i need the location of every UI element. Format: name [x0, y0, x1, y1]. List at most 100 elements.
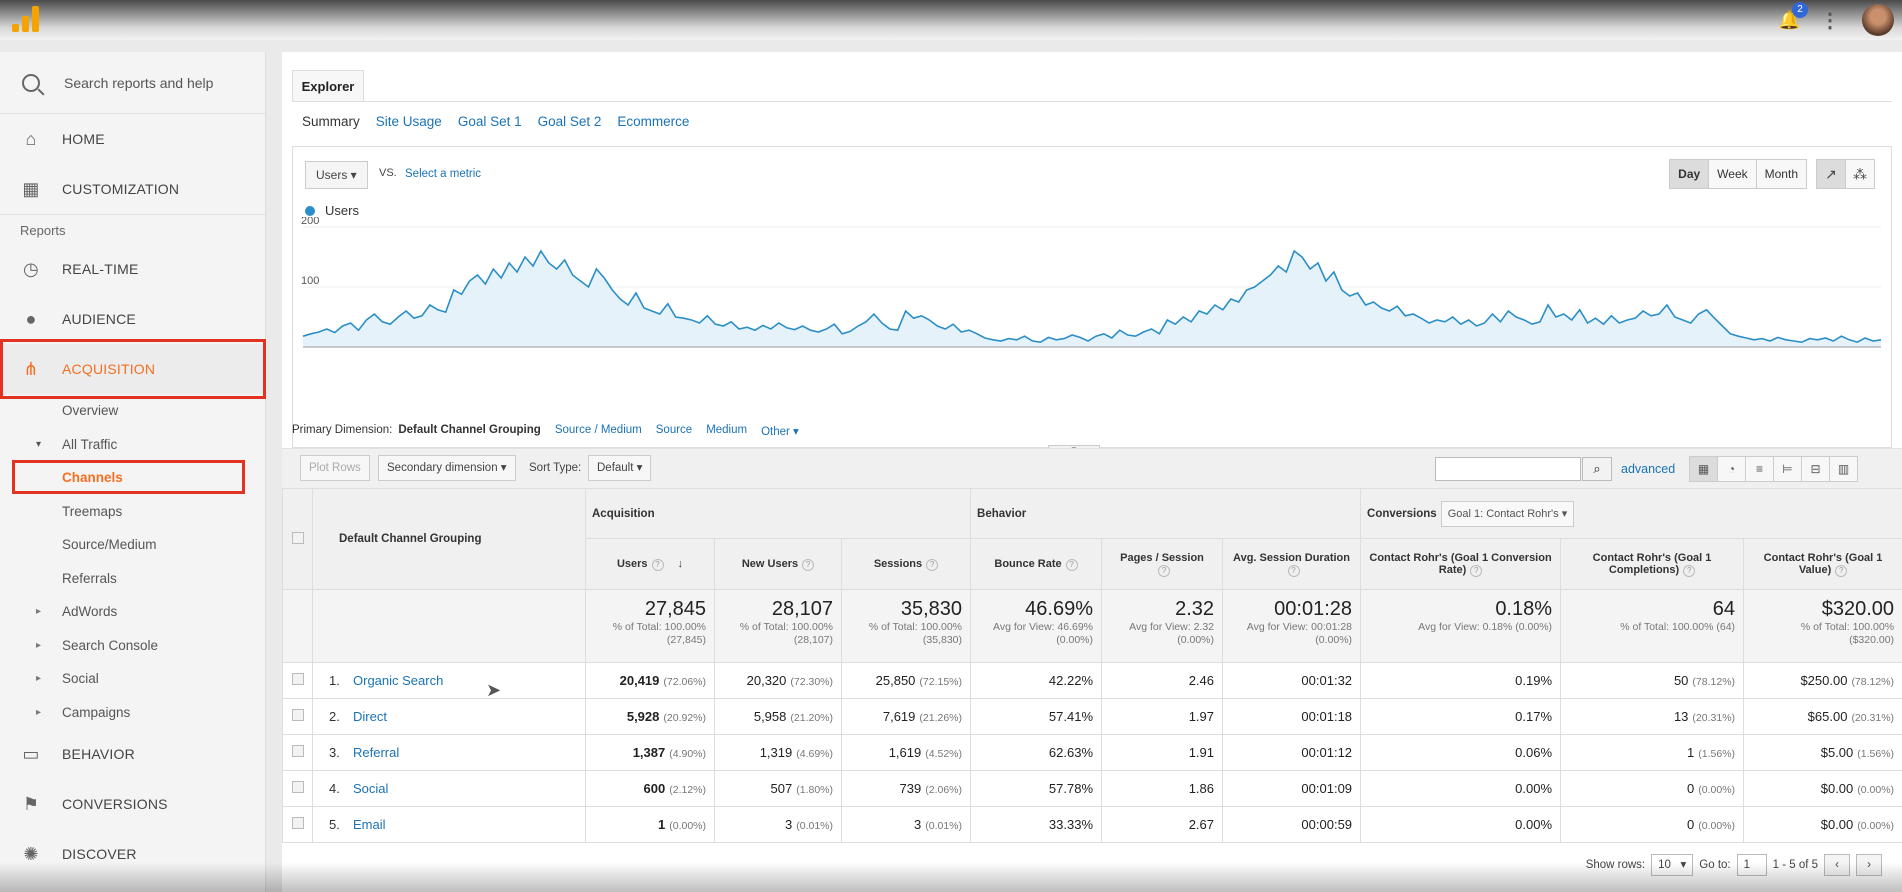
sidebar-item-home[interactable]: ⌂ HOME	[0, 114, 265, 164]
dimension-medium[interactable]: Medium	[706, 424, 747, 438]
col-goal-conversion-rate[interactable]: Contact Rohr's (Goal 1 Conversion Rate)?	[1360, 538, 1562, 590]
select-all-checkbox[interactable]	[291, 531, 304, 544]
channel-link[interactable]: Referral	[353, 745, 399, 760]
advanced-filter-link[interactable]: advanced	[1621, 462, 1675, 476]
channel-link[interactable]: Email	[353, 817, 386, 832]
table-row: 3. Referral 1,387 (4.90%) 1,319 (4.69%) 1,619(…	[282, 734, 1902, 771]
row-checkbox[interactable]	[291, 709, 304, 721]
data-table-icon[interactable]: ▦	[1689, 456, 1718, 482]
sidebar-sub-search-console[interactable]: Search Console	[0, 629, 265, 663]
subtab-summary[interactable]: Summary	[302, 114, 360, 129]
col-users[interactable]: Users? ↓	[585, 538, 715, 590]
row-checkbox[interactable]	[291, 673, 304, 685]
dimension-source-medium[interactable]: Source / Medium	[555, 424, 642, 438]
cell-percent: (72.30%)	[790, 676, 833, 688]
cell-value: 1.91	[1188, 745, 1215, 760]
sidebar-item-conversions[interactable]: ⚑ CONVERSIONS	[0, 779, 265, 829]
channel-cell: 1. Organic Search	[312, 662, 586, 699]
pie-chart-icon[interactable]: ◔	[1717, 456, 1746, 482]
goto-input[interactable]: 1	[1736, 854, 1767, 876]
help-icon[interactable]: ?	[1065, 558, 1078, 571]
comparison-icon[interactable]: ⊨	[1773, 456, 1802, 482]
help-icon[interactable]: ?	[651, 558, 664, 571]
primary-dimension-row: Primary Dimension: Default Channel Group…	[292, 424, 799, 438]
sidebar-sub-source-medium[interactable]: Source/Medium	[0, 528, 265, 562]
sidebar-sub-overview[interactable]: Overview	[0, 394, 265, 428]
plot-rows-button[interactable]: Plot Rows	[300, 455, 370, 481]
sidebar-sub-channels[interactable]: Channels	[0, 461, 265, 495]
next-page-icon[interactable]: ›	[1856, 854, 1882, 876]
pivot-icon[interactable]: ▥	[1829, 456, 1858, 482]
metric-select[interactable]: Users ▾	[305, 161, 368, 189]
channel-link[interactable]: Organic Search	[353, 673, 443, 688]
goal-select-dropdown[interactable]: Goal 1: Contact Rohr's ▾	[1440, 500, 1575, 527]
row-checkbox[interactable]	[291, 745, 304, 757]
explorer-subtabs: Summary Site Usage Goal Set 1 Goal Set 2…	[302, 114, 689, 129]
col-goal-value[interactable]: Contact Rohr's (Goal 1 Value)?	[1743, 538, 1902, 590]
line-chart-icon[interactable]: ↗	[1816, 159, 1846, 189]
cell-percent: (4.69%)	[796, 748, 833, 760]
sidebar-sub-treemaps[interactable]: Treemaps	[0, 495, 265, 529]
sidebar-item-discover[interactable]: ✺ DISCOVER	[0, 829, 265, 879]
select-metric-link[interactable]: Select a metric	[405, 168, 481, 180]
subtab-site-usage[interactable]: Site Usage	[376, 114, 442, 129]
search-icon[interactable]: ⌕	[1582, 457, 1612, 481]
col-label: Contact Rohr's (Goal 1 Conversion Rate)	[1369, 551, 1552, 576]
tab-explorer[interactable]: Explorer	[292, 70, 364, 102]
subtab-ecommerce[interactable]: Ecommerce	[617, 114, 689, 129]
performance-bars-icon[interactable]: ≡	[1745, 456, 1774, 482]
help-icon[interactable]: ?	[802, 558, 815, 571]
channel-link[interactable]: Social	[353, 781, 388, 796]
dimension-source[interactable]: Source	[656, 424, 692, 438]
help-icon[interactable]: ?	[1470, 564, 1483, 577]
sidebar-sub-social[interactable]: Social	[0, 662, 265, 696]
channel-link[interactable]: Direct	[353, 709, 387, 724]
col-bounce-rate[interactable]: Bounce Rate?	[970, 538, 1103, 590]
analytics-logo[interactable]	[12, 6, 40, 32]
sidebar-item-realtime[interactable]: ◷ REAL-TIME	[0, 244, 265, 294]
col-avg-session-duration[interactable]: Avg. Session Duration?	[1222, 538, 1362, 590]
help-icon[interactable]: ?	[1158, 564, 1171, 577]
period-week-button[interactable]: Week	[1708, 159, 1757, 189]
subtab-goal-set-2[interactable]: Goal Set 2	[538, 114, 602, 129]
sidebar-item-audience[interactable]: ● AUDIENCE	[0, 294, 265, 344]
dimension-other-dropdown[interactable]: Other ▾	[761, 424, 799, 438]
sidebar-sub-adwords[interactable]: AdWords	[0, 595, 265, 629]
sidebar-item-behavior[interactable]: ▭ BEHAVIOR	[0, 729, 265, 779]
period-day-button[interactable]: Day	[1669, 159, 1710, 189]
row-checkbox[interactable]	[291, 781, 304, 793]
col-sessions[interactable]: Sessions?	[840, 538, 972, 590]
help-icon[interactable]: ?	[1683, 564, 1696, 577]
notifications-bell-icon[interactable]: 🔔 2	[1778, 2, 1808, 30]
prev-page-icon[interactable]: ‹	[1824, 854, 1850, 876]
sort-type-dropdown[interactable]: Default ▾	[588, 455, 652, 481]
col-pages-session[interactable]: Pages / Session?	[1101, 538, 1224, 590]
cell-value: 00:01:09	[1301, 781, 1353, 796]
avatar[interactable]	[1862, 4, 1894, 36]
help-icon[interactable]: ?	[1287, 564, 1300, 577]
col-goal-completions[interactable]: Contact Rohr's (Goal 1 Completions)?	[1560, 538, 1745, 590]
show-rows-select[interactable]: 10 ▾	[1651, 854, 1694, 876]
sidebar-sub-campaigns[interactable]: Campaigns	[0, 696, 265, 730]
motion-chart-icon[interactable]: ⁂	[1845, 159, 1875, 189]
sidebar-item-acquisition[interactable]: ⋔ ACQUISITION	[0, 344, 265, 394]
dimension-column-header[interactable]: Default Channel Grouping	[312, 488, 586, 590]
row-checkbox[interactable]	[291, 817, 304, 829]
help-icon[interactable]: ?	[1835, 564, 1848, 577]
table-filter-input[interactable]	[1435, 457, 1581, 481]
help-icon[interactable]: ?	[926, 558, 939, 571]
col-new-users[interactable]: New Users?	[714, 538, 842, 590]
cell-value: 1.97	[1188, 709, 1215, 724]
row-number: 4.	[329, 781, 340, 796]
channel-cell: 5. Email	[312, 806, 586, 843]
table-cell: 1.91	[1101, 734, 1224, 771]
sidebar-sub-referrals[interactable]: Referrals	[0, 562, 265, 596]
term-cloud-icon[interactable]: ⊟	[1801, 456, 1830, 482]
period-month-button[interactable]: Month	[1755, 159, 1807, 189]
secondary-dimension-dropdown[interactable]: Secondary dimension ▾	[378, 455, 516, 481]
more-options-icon[interactable]: ⋮	[1820, 8, 1840, 33]
sidebar-sub-all-traffic[interactable]: All Traffic	[0, 428, 265, 462]
sidebar-item-customization[interactable]: ▦ CUSTOMIZATION	[0, 164, 265, 214]
sidebar-search[interactable]: Search reports and help	[0, 52, 265, 114]
subtab-goal-set-1[interactable]: Goal Set 1	[458, 114, 522, 129]
